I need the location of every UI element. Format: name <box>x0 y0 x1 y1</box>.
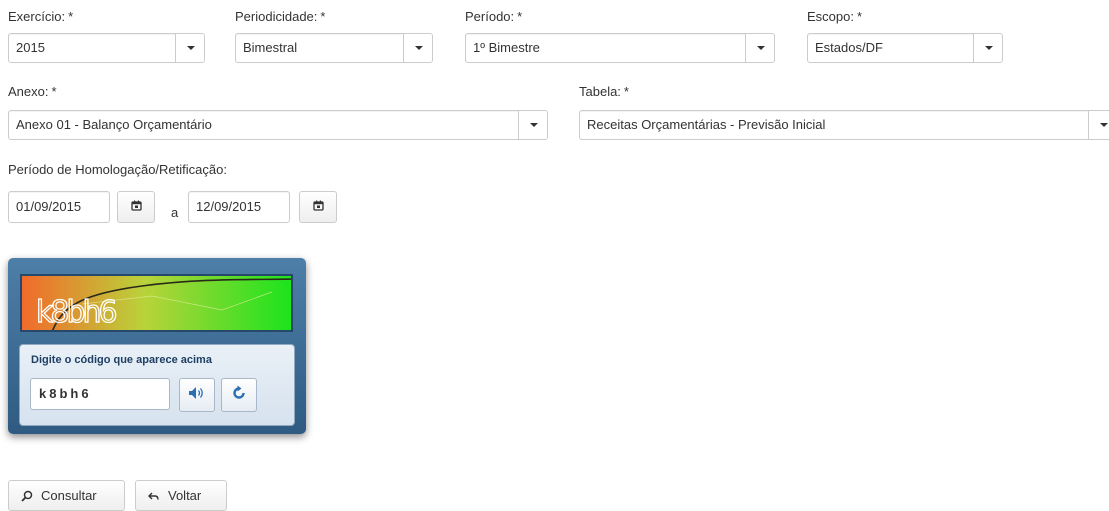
periodicidade-label-text: Periodicidade: <box>235 9 318 24</box>
periodicidade-select[interactable]: Bimestral <box>235 33 433 63</box>
chevron-down-icon[interactable] <box>518 111 547 139</box>
chevron-down-icon[interactable] <box>973 34 1002 62</box>
refresh-icon <box>231 385 247 406</box>
captcha-widget: k8bh6 Digite o código que aparece acima … <box>8 258 306 434</box>
required-marker: * <box>623 84 629 99</box>
anexo-label: Anexo: * <box>8 84 57 99</box>
escopo-label: Escopo: * <box>807 9 862 24</box>
tabela-label: Tabela: * <box>579 84 629 99</box>
speaker-icon <box>188 386 206 405</box>
periodo-value: 1º Bimestre <box>473 40 540 55</box>
calendar-icon <box>312 198 324 216</box>
periodo-select[interactable]: 1º Bimestre <box>465 33 775 63</box>
anexo-value: Anexo 01 - Balanço Orçamentário <box>16 117 212 132</box>
escopo-label-text: Escopo: <box>807 9 854 24</box>
tabela-select[interactable]: Receitas Orçamentárias - Previsão Inicia… <box>579 110 1109 140</box>
captcha-prompt: Digite o código que aparece acima <box>31 354 212 366</box>
anexo-label-text: Anexo: <box>8 84 49 99</box>
captcha-refresh-button[interactable] <box>221 378 257 412</box>
tabela-label-text: Tabela: <box>579 84 621 99</box>
captcha-input[interactable]: k8bh6 <box>30 378 170 410</box>
captcha-panel: Digite o código que aparece acima k8bh6 <box>19 344 295 426</box>
back-arrow-icon <box>148 490 160 502</box>
captcha-audio-button[interactable] <box>179 378 215 412</box>
chevron-down-icon[interactable] <box>1088 111 1109 139</box>
voltar-label: Voltar <box>168 488 202 503</box>
required-marker: * <box>68 9 74 24</box>
calendar-icon <box>130 198 142 216</box>
required-marker: * <box>856 9 863 24</box>
required-marker: * <box>517 9 523 24</box>
chevron-down-icon[interactable] <box>175 34 204 62</box>
exercicio-label: Exercício: * <box>8 9 73 24</box>
homologacao-label: Período de Homologação/Retificação: <box>8 162 227 177</box>
end-date-calendar-button[interactable] <box>299 191 337 223</box>
periodo-label-text: Período: <box>465 9 515 24</box>
start-date-calendar-button[interactable] <box>117 191 155 223</box>
exercicio-label-text: Exercício: <box>8 9 66 24</box>
captcha-image: k8bh6 <box>20 274 293 332</box>
exercicio-select[interactable]: 2015 <box>8 33 205 63</box>
chevron-down-icon[interactable] <box>745 34 774 62</box>
search-icon <box>21 490 33 502</box>
voltar-button[interactable]: Voltar <box>135 480 227 511</box>
periodicidade-label: Periodicidade: * <box>235 9 325 24</box>
anexo-select[interactable]: Anexo 01 - Balanço Orçamentário <box>8 110 548 140</box>
periodo-label: Período: * <box>465 9 522 24</box>
tabela-value: Receitas Orçamentárias - Previsão Inicia… <box>587 117 826 132</box>
consultar-label: Consultar <box>41 488 97 503</box>
chevron-down-icon[interactable] <box>403 34 432 62</box>
end-date-input[interactable]: 12/09/2015 <box>188 191 290 223</box>
escopo-select[interactable]: Estados/DF <box>807 33 1003 63</box>
exercicio-value: 2015 <box>16 40 45 55</box>
periodicidade-value: Bimestral <box>243 40 298 55</box>
escopo-value: Estados/DF <box>815 40 883 55</box>
start-date-input[interactable]: 01/09/2015 <box>8 191 110 223</box>
consultar-button[interactable]: Consultar <box>8 480 125 511</box>
date-range-separator: a <box>171 205 179 220</box>
captcha-image-text: k8bh6 <box>36 295 117 330</box>
required-marker: * <box>51 84 57 99</box>
required-marker: * <box>320 9 326 24</box>
